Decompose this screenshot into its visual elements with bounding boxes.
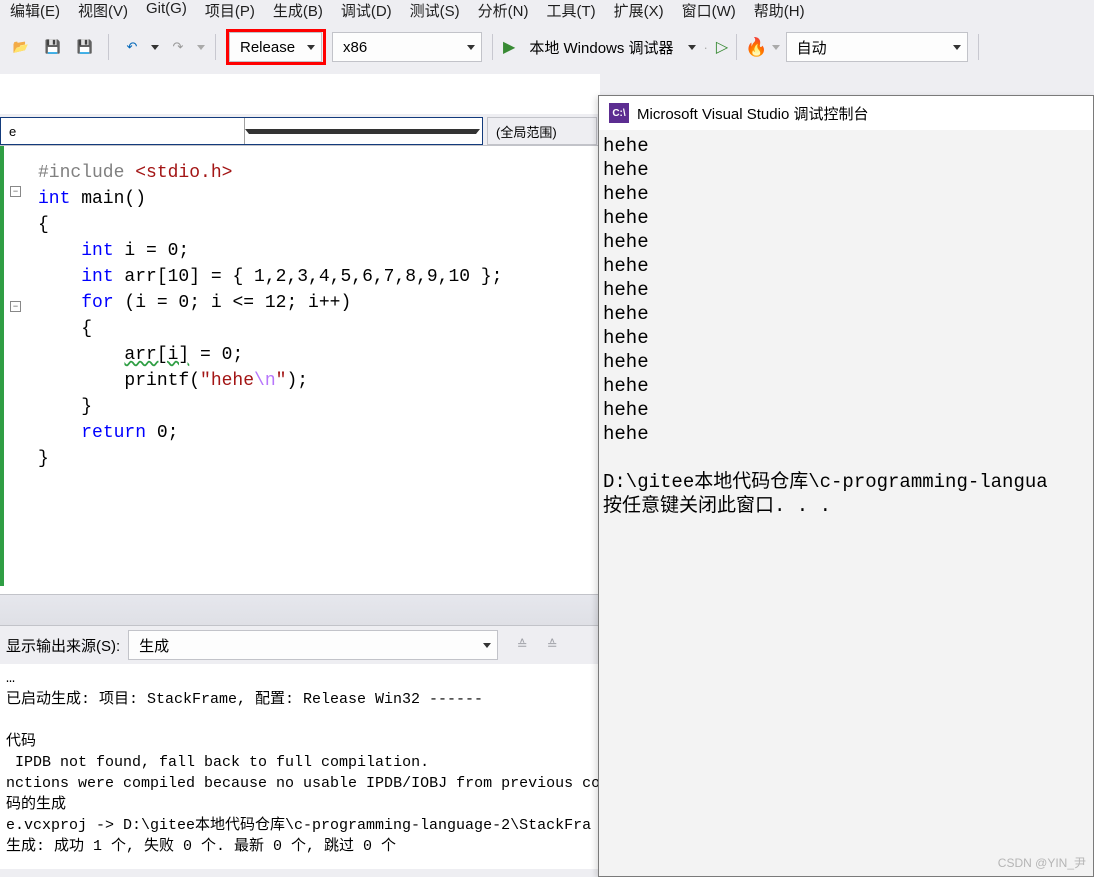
fold-toggle-icon[interactable]: − bbox=[10, 301, 21, 312]
menu-analyze[interactable]: 分析(N) bbox=[478, 0, 529, 20]
output-panel: 显示输出来源(S): 生成 ≙ ≙ … 已启动生成: 项目: StackFram… bbox=[0, 594, 600, 877]
menu-window[interactable]: 窗口(W) bbox=[682, 0, 736, 20]
flame-icon[interactable]: 🔥 bbox=[745, 37, 767, 58]
fold-gutter: − − bbox=[8, 146, 32, 312]
separator bbox=[492, 34, 493, 60]
output-toolbar: 显示输出来源(S): 生成 ≙ ≙ bbox=[0, 626, 600, 664]
output-source-value: 生成 bbox=[139, 635, 169, 656]
output-header bbox=[0, 594, 600, 626]
console-title: Microsoft Visual Studio 调试控制台 bbox=[637, 103, 868, 124]
save-all-icon[interactable]: 💾 bbox=[72, 34, 98, 60]
caret-icon bbox=[467, 45, 475, 50]
debug-console-window: C:\ Microsoft Visual Studio 调试控制台 hehe h… bbox=[598, 95, 1094, 877]
menu-help[interactable]: 帮助(H) bbox=[754, 0, 805, 20]
caret-icon bbox=[244, 118, 480, 144]
separator bbox=[108, 34, 109, 60]
solution-platform-label: x86 bbox=[343, 39, 367, 56]
undo-caret-icon[interactable] bbox=[151, 45, 159, 50]
menu-bar: 编辑(E) 视图(V) Git(G) 项目(P) 生成(B) 调试(D) 测试(… bbox=[0, 0, 1094, 20]
caret-icon bbox=[483, 643, 491, 648]
scope-value: e bbox=[9, 124, 244, 139]
main-toolbar: 📂 💾 💾 ↶ ↷ Release x86 ▶ 本地 Windows 调试器 ·… bbox=[0, 20, 1094, 74]
menu-extensions[interactable]: 扩展(X) bbox=[614, 0, 664, 20]
debugger-target-dropdown[interactable]: 本地 Windows 调试器 bbox=[519, 32, 683, 62]
scope-dropdown[interactable]: e bbox=[0, 117, 483, 145]
play-outline-icon[interactable]: ▷ bbox=[716, 37, 728, 57]
vs-icon: C:\ bbox=[609, 103, 629, 123]
start-debug-group: ▶ 本地 Windows 调试器 · ▷ 🔥 bbox=[503, 32, 780, 62]
navigation-bar: e (全局范围) bbox=[0, 114, 600, 146]
editor-pane: e (全局范围) − − #include <stdio.h> int main… bbox=[0, 74, 600, 594]
menu-edit[interactable]: 编辑(E) bbox=[10, 0, 60, 20]
go-to-next-icon: ≙ bbox=[540, 633, 564, 657]
code-content: #include <stdio.h> int main() { int i = … bbox=[4, 146, 600, 472]
watermark: CSDN @YIN_尹 bbox=[998, 854, 1086, 871]
undo-icon[interactable]: ↶ bbox=[119, 34, 145, 60]
config-highlight: Release bbox=[226, 29, 326, 65]
redo-caret-icon[interactable] bbox=[197, 45, 205, 50]
fold-toggle-icon[interactable]: − bbox=[10, 186, 21, 197]
separator bbox=[215, 34, 216, 60]
open-icon[interactable]: 📂 bbox=[8, 34, 34, 60]
caret-icon bbox=[307, 45, 315, 50]
play-icon[interactable]: ▶ bbox=[503, 37, 515, 57]
auto-label: 自动 bbox=[797, 37, 827, 58]
global-scope-dropdown[interactable]: (全局范围) bbox=[487, 117, 597, 145]
menu-view[interactable]: 视图(V) bbox=[78, 0, 128, 20]
debugger-caret-icon[interactable] bbox=[688, 45, 696, 50]
separator bbox=[978, 34, 979, 60]
separator: · bbox=[700, 40, 712, 55]
caret-icon bbox=[953, 45, 961, 50]
menu-debug[interactable]: 调试(D) bbox=[341, 0, 392, 20]
flame-caret-icon[interactable] bbox=[772, 45, 780, 50]
output-source-dropdown[interactable]: 生成 bbox=[128, 630, 498, 660]
solution-platform-dropdown[interactable]: x86 bbox=[332, 32, 482, 62]
auto-dropdown[interactable]: 自动 bbox=[786, 32, 968, 62]
code-editor[interactable]: − − #include <stdio.h> int main() { int … bbox=[0, 146, 600, 586]
menu-build[interactable]: 生成(B) bbox=[273, 0, 323, 20]
solution-config-dropdown[interactable]: Release bbox=[229, 32, 322, 62]
separator bbox=[736, 34, 737, 60]
console-output: hehe hehe hehe hehe hehe hehe hehe hehe … bbox=[599, 130, 1093, 876]
console-titlebar[interactable]: C:\ Microsoft Visual Studio 调试控制台 bbox=[599, 96, 1093, 130]
menu-project[interactable]: 项目(P) bbox=[205, 0, 255, 20]
menu-git[interactable]: Git(G) bbox=[146, 0, 187, 17]
output-source-label: 显示输出来源(S): bbox=[6, 635, 122, 656]
menu-test[interactable]: 测试(S) bbox=[410, 0, 460, 20]
global-scope-label: (全局范围) bbox=[496, 122, 557, 141]
go-to-prev-icon: ≙ bbox=[510, 633, 534, 657]
redo-icon[interactable]: ↷ bbox=[165, 34, 191, 60]
menu-tools[interactable]: 工具(T) bbox=[546, 0, 595, 20]
debugger-target-label: 本地 Windows 调试器 bbox=[519, 37, 683, 58]
save-icon[interactable]: 💾 bbox=[40, 34, 66, 60]
output-text[interactable]: … 已启动生成: 项目: StackFrame, 配置: Release Win… bbox=[0, 664, 600, 869]
solution-config-label: Release bbox=[240, 39, 295, 56]
